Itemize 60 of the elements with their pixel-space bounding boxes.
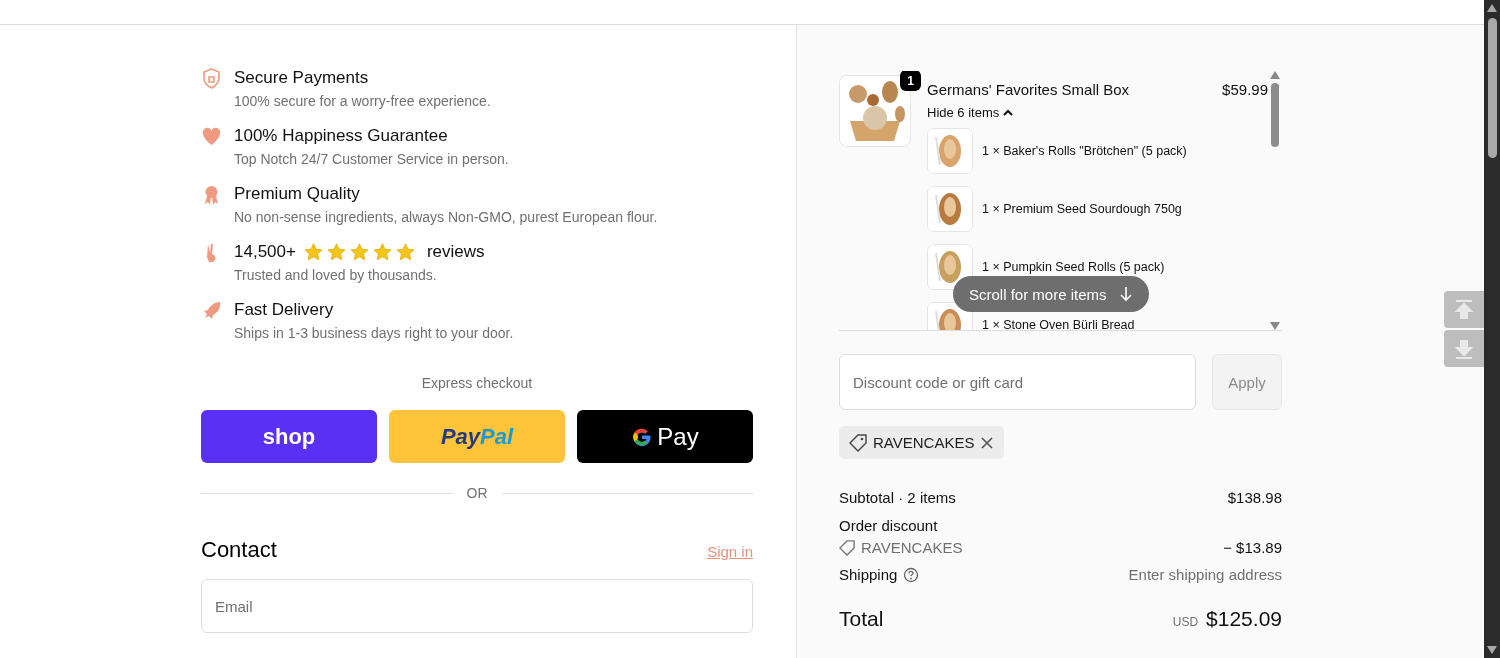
shipping-value: Enter shipping address	[1128, 566, 1282, 583]
scroll-up-icon[interactable]	[1487, 4, 1497, 12]
feature-description: Ships in 1-3 business days right to your door.	[234, 325, 514, 341]
shipping-label: Shipping	[839, 566, 898, 583]
scroll-hint: Scroll for more items	[953, 276, 1149, 312]
tag-icon	[849, 433, 867, 452]
scrollbar-thumb[interactable]	[1271, 83, 1279, 147]
scrollbar-thumb[interactable]	[1487, 18, 1497, 158]
arrow-down-icon	[1453, 337, 1475, 360]
express-checkout-label: Express checkout	[420, 375, 534, 391]
scroll-down-icon[interactable]	[1270, 322, 1280, 330]
arrow-down-icon	[1118, 286, 1133, 302]
star-icon	[372, 243, 392, 261]
arrow-up-icon	[1453, 298, 1475, 321]
product-name: Germans' Favorites Small Box	[927, 81, 1130, 98]
total-value: $125.09	[1206, 607, 1282, 630]
shop-button[interactable]: shop	[201, 410, 377, 463]
feature-description: Top Notch 24/7 Customer Service in person.	[234, 151, 509, 167]
feature-title: 100% Happiness Guarantee	[234, 126, 448, 146]
email-field[interactable]: Email	[201, 579, 753, 633]
subtotal-label: Subtotal · 2 items	[839, 489, 956, 506]
discount-code: RAVENCAKES	[861, 539, 963, 556]
discount-tag: RAVENCAKES	[839, 426, 1005, 459]
star-icon	[395, 243, 415, 261]
discount-field[interactable]: Discount code or gift card	[839, 354, 1196, 410]
help-icon[interactable]	[903, 566, 920, 583]
shield-icon	[201, 68, 222, 89]
heart-icon	[201, 126, 222, 147]
hide-items-toggle[interactable]: Hide 6 items	[927, 105, 1014, 120]
scroll-up-icon[interactable]	[1270, 71, 1280, 79]
feature-title: 14,500+	[234, 242, 296, 262]
feature-description: 100% secure for a worry-free experience.	[234, 93, 491, 109]
feature-title: Fast Delivery	[234, 300, 334, 320]
total-label: Total	[839, 607, 884, 631]
feature-title: Premium Quality	[234, 184, 360, 204]
quantity-badge: 1	[900, 71, 921, 91]
discount-value: − $13.89	[1223, 539, 1282, 556]
subtotal-value: $138.98	[1227, 489, 1282, 506]
feature-description: Trusted and loved by thousands.	[234, 267, 438, 283]
star-icon	[303, 243, 323, 261]
product-price: $59.99	[1222, 81, 1268, 98]
bundle-item: 1 × Pumpkin Seed Rolls (5 pack)	[982, 260, 1165, 274]
feature-title: Secure Payments	[234, 68, 369, 88]
bundle-item: 1 × Baker's Rolls "Brötchen" (5 pack)	[982, 144, 1187, 158]
currency-code: USD	[1172, 615, 1199, 629]
caret-icon	[1003, 108, 1014, 117]
bundle-item: 1 × Stone Oven Bürli Bread	[982, 318, 1135, 330]
bundle-item: 1 × Premium Seed Sourdough 750g	[982, 202, 1182, 216]
star-icon	[326, 243, 346, 261]
tag-icon	[839, 539, 855, 556]
paypal-button[interactable]: PayPal	[389, 410, 565, 463]
gpay-button[interactable]: Pay	[577, 410, 753, 463]
feature-description: No non-sense ingredients, always Non-GMO, purest European flour.	[234, 209, 658, 225]
order-discount-label: Order discount	[839, 517, 938, 534]
contact-heading: Contact	[201, 537, 277, 563]
reviews-label: reviews	[426, 242, 485, 262]
or-divider: OR	[201, 485, 753, 501]
scroll-down-icon[interactable]	[1487, 646, 1497, 654]
remove-icon[interactable]	[980, 435, 995, 450]
star-icon	[349, 243, 369, 261]
